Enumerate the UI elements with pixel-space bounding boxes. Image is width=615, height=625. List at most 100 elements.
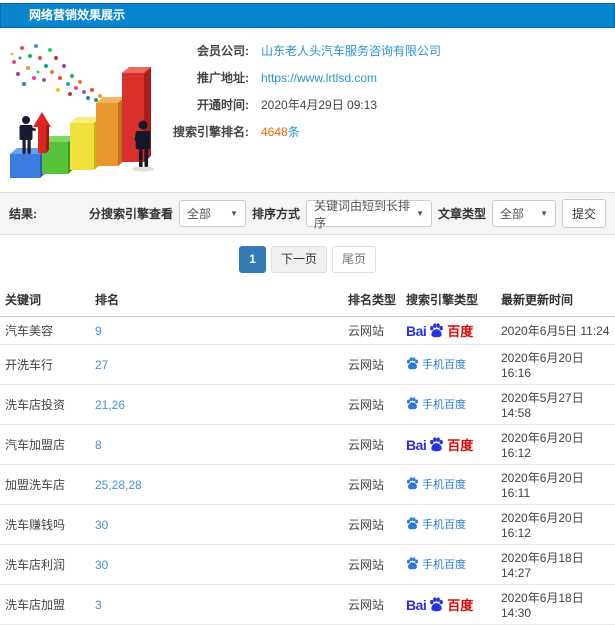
engine-view-select[interactable]: 全部 ▼: [178, 200, 246, 227]
filter-controls: 分搜索引擎查看 全部 ▼ 排序方式 关键词由短到长排序 ▼ 文章类型 全部 ▼ …: [88, 199, 615, 230]
baidu-paw-icon: [406, 397, 419, 410]
baidu-paw-icon: [406, 517, 419, 530]
chevron-down-icon: ▼: [416, 209, 424, 218]
rank-type-cell: 云网站: [343, 584, 401, 625]
last-page-button[interactable]: 尾页: [332, 245, 377, 273]
mobile-baidu-label: 手机百度: [422, 358, 466, 371]
promotion-url-label: 推广地址:: [197, 71, 249, 85]
baidu-logo-text-du: 百度: [447, 324, 474, 339]
baidu-logo: Bai 百度: [406, 595, 473, 614]
keyword-cell: 洗车店利润: [0, 544, 90, 585]
mobile-baidu-badge: 手机百度: [406, 516, 466, 532]
engine-cell: 手机百度: [401, 464, 496, 505]
engine-cell: 手机百度: [401, 384, 496, 425]
info-row-open-time: 开通时间: 2020年4月29日 09:13: [165, 91, 441, 118]
baidu-logo-text-du: 百度: [447, 438, 474, 453]
table-row: 洗车店投资 21,26 云网站 手机百度 2020年5月27日 14:58: [0, 384, 615, 425]
rank-type-cell: 云网站: [343, 504, 401, 545]
table-header-row: 关键词 排名 排名类型 搜索引擎类型 最新更新时间: [0, 283, 615, 317]
baidu-logo-text-bai: Bai: [406, 322, 427, 339]
updated-cell: 2020年5月27日 14:58: [496, 384, 615, 425]
rank-cell: 21,26: [90, 384, 343, 425]
updated-cell: 2020年6月20日 16:16: [496, 344, 615, 385]
updated-cell: 2020年6月20日 16:11: [496, 464, 615, 505]
engine-view-label: 分搜索引擎查看: [88, 207, 173, 221]
updated-cell: 2020年6月5日 11:24: [496, 316, 615, 345]
open-time-label: 开通时间:: [197, 98, 249, 112]
up-arrow-icon: [33, 112, 51, 153]
mobile-baidu-label: 手机百度: [422, 558, 466, 571]
rank-type-cell: 云网站: [343, 544, 401, 585]
rank-unit: 条: [287, 125, 300, 139]
keyword-cell: 洗车赚钱吗: [0, 504, 90, 545]
rank-type-cell: 云网站: [343, 344, 401, 385]
rank-link[interactable]: 3: [95, 598, 102, 612]
confetti-dots: [10, 44, 102, 102]
submit-button[interactable]: 提交: [562, 199, 606, 228]
keyword-cell: 开洗车行: [0, 344, 90, 385]
pagination: 1 下一页 尾页: [0, 235, 615, 283]
engine-view-selected: 全部: [186, 207, 211, 221]
rank-cell: 30: [90, 504, 343, 545]
mobile-baidu-badge: 手机百度: [406, 476, 466, 492]
engine-cell: 手机百度: [401, 544, 496, 585]
rank-link[interactable]: 21,26: [95, 398, 125, 412]
page-button-current[interactable]: 1: [238, 245, 266, 273]
sort-label: 排序方式: [251, 207, 300, 221]
baidu-paw-icon: [406, 357, 419, 370]
table-row: 洗车赚钱吗 30 云网站 手机百度 2020年6月20日 16:12: [0, 504, 615, 545]
baidu-paw-icon: [430, 323, 444, 338]
keyword-cell: 汽车美容: [0, 316, 90, 345]
company-link[interactable]: 山东老人头汽车服务咨询有限公司: [261, 42, 441, 59]
table-row: 洗车店加盟 3 云网站 Bai 百度 2020年6月18日 14:30: [0, 584, 615, 625]
mobile-baidu-badge: 手机百度: [406, 556, 466, 572]
rank-count: 4648: [261, 125, 288, 139]
mobile-baidu-label: 手机百度: [422, 478, 466, 491]
chevron-down-icon: ▼: [540, 209, 548, 218]
updated-cell: 2020年6月18日 14:27: [496, 544, 615, 585]
rank-link[interactable]: 30: [95, 558, 108, 572]
promotion-url-link[interactable]: https://www.lrtlsd.com: [261, 71, 377, 85]
page-title: 网络营销效果展示: [0, 3, 615, 28]
bar-chart-illustration: [10, 44, 154, 178]
sort-selected: 关键词由短到长排序: [313, 198, 410, 230]
engine-cell: Bai 百度: [401, 316, 496, 345]
info-row-rank: 搜索引擎排名: 4648条: [165, 118, 441, 145]
rank-type-cell: 云网站: [343, 464, 401, 505]
company-label: 会员公司:: [197, 44, 249, 58]
table-row: 汽车加盟店 8 云网站 Bai 百度 2020年6月20日 16:12: [0, 424, 615, 465]
rank-cell: 27: [90, 344, 343, 385]
rank-link[interactable]: 8: [95, 438, 102, 452]
column-header: 搜索引擎类型: [401, 283, 496, 317]
mobile-baidu-label: 手机百度: [422, 518, 466, 531]
rank-type-cell: 云网站: [343, 316, 401, 345]
article-type-select[interactable]: 全部 ▼: [492, 200, 556, 227]
rank-link[interactable]: 25,28,28: [95, 478, 142, 492]
baidu-logo: Bai 百度: [406, 435, 473, 454]
bar-orange: [96, 97, 125, 166]
baidu-logo-text-bai: Bai: [406, 596, 427, 613]
mobile-baidu-label: 手机百度: [422, 398, 466, 411]
rank-cell: 3: [90, 584, 343, 625]
filter-bar: 结果: 分搜索引擎查看 全部 ▼ 排序方式 关键词由短到长排序 ▼ 文章类型 全…: [0, 192, 615, 235]
table-row: 加盟洗车店 25,28,28 云网站 手机百度 2020年6月20日 16:11: [0, 464, 615, 505]
results-table: 关键词 排名 排名类型 搜索引擎类型 最新更新时间 汽车美容 9 云网站 Bai 百度 2020年…: [0, 283, 615, 625]
table-body: 汽车美容 9 云网站 Bai 百度 2020年6月5日 11:24 开洗车行 27 云网站 手机百…: [0, 316, 615, 625]
next-page-button[interactable]: 下一页: [270, 245, 327, 273]
updated-cell: 2020年6月20日 16:12: [496, 424, 615, 465]
mobile-baidu-badge: 手机百度: [406, 356, 466, 372]
keyword-cell: 洗车店加盟: [0, 584, 90, 625]
column-header: 关键词: [0, 283, 90, 317]
table-row: 开洗车行 27 云网站 手机百度 2020年6月20日 16:16: [0, 344, 615, 385]
rank-cell: 8: [90, 424, 343, 465]
rank-link[interactable]: 9: [95, 324, 102, 338]
updated-cell: 2020年6月20日 16:12: [496, 504, 615, 545]
column-header: 最新更新时间: [496, 283, 615, 317]
column-header: 排名类型: [343, 283, 401, 317]
rank-link[interactable]: 27: [95, 358, 108, 372]
sort-select[interactable]: 关键词由短到长排序 ▼: [305, 199, 432, 230]
baidu-logo-text-du: 百度: [447, 598, 474, 613]
engine-rank-label: 搜索引擎排名:: [173, 125, 249, 139]
info-section: 会员公司: 山东老人头汽车服务咨询有限公司 推广地址: https://www.…: [0, 28, 615, 192]
engine-cell: 手机百度: [401, 344, 496, 385]
